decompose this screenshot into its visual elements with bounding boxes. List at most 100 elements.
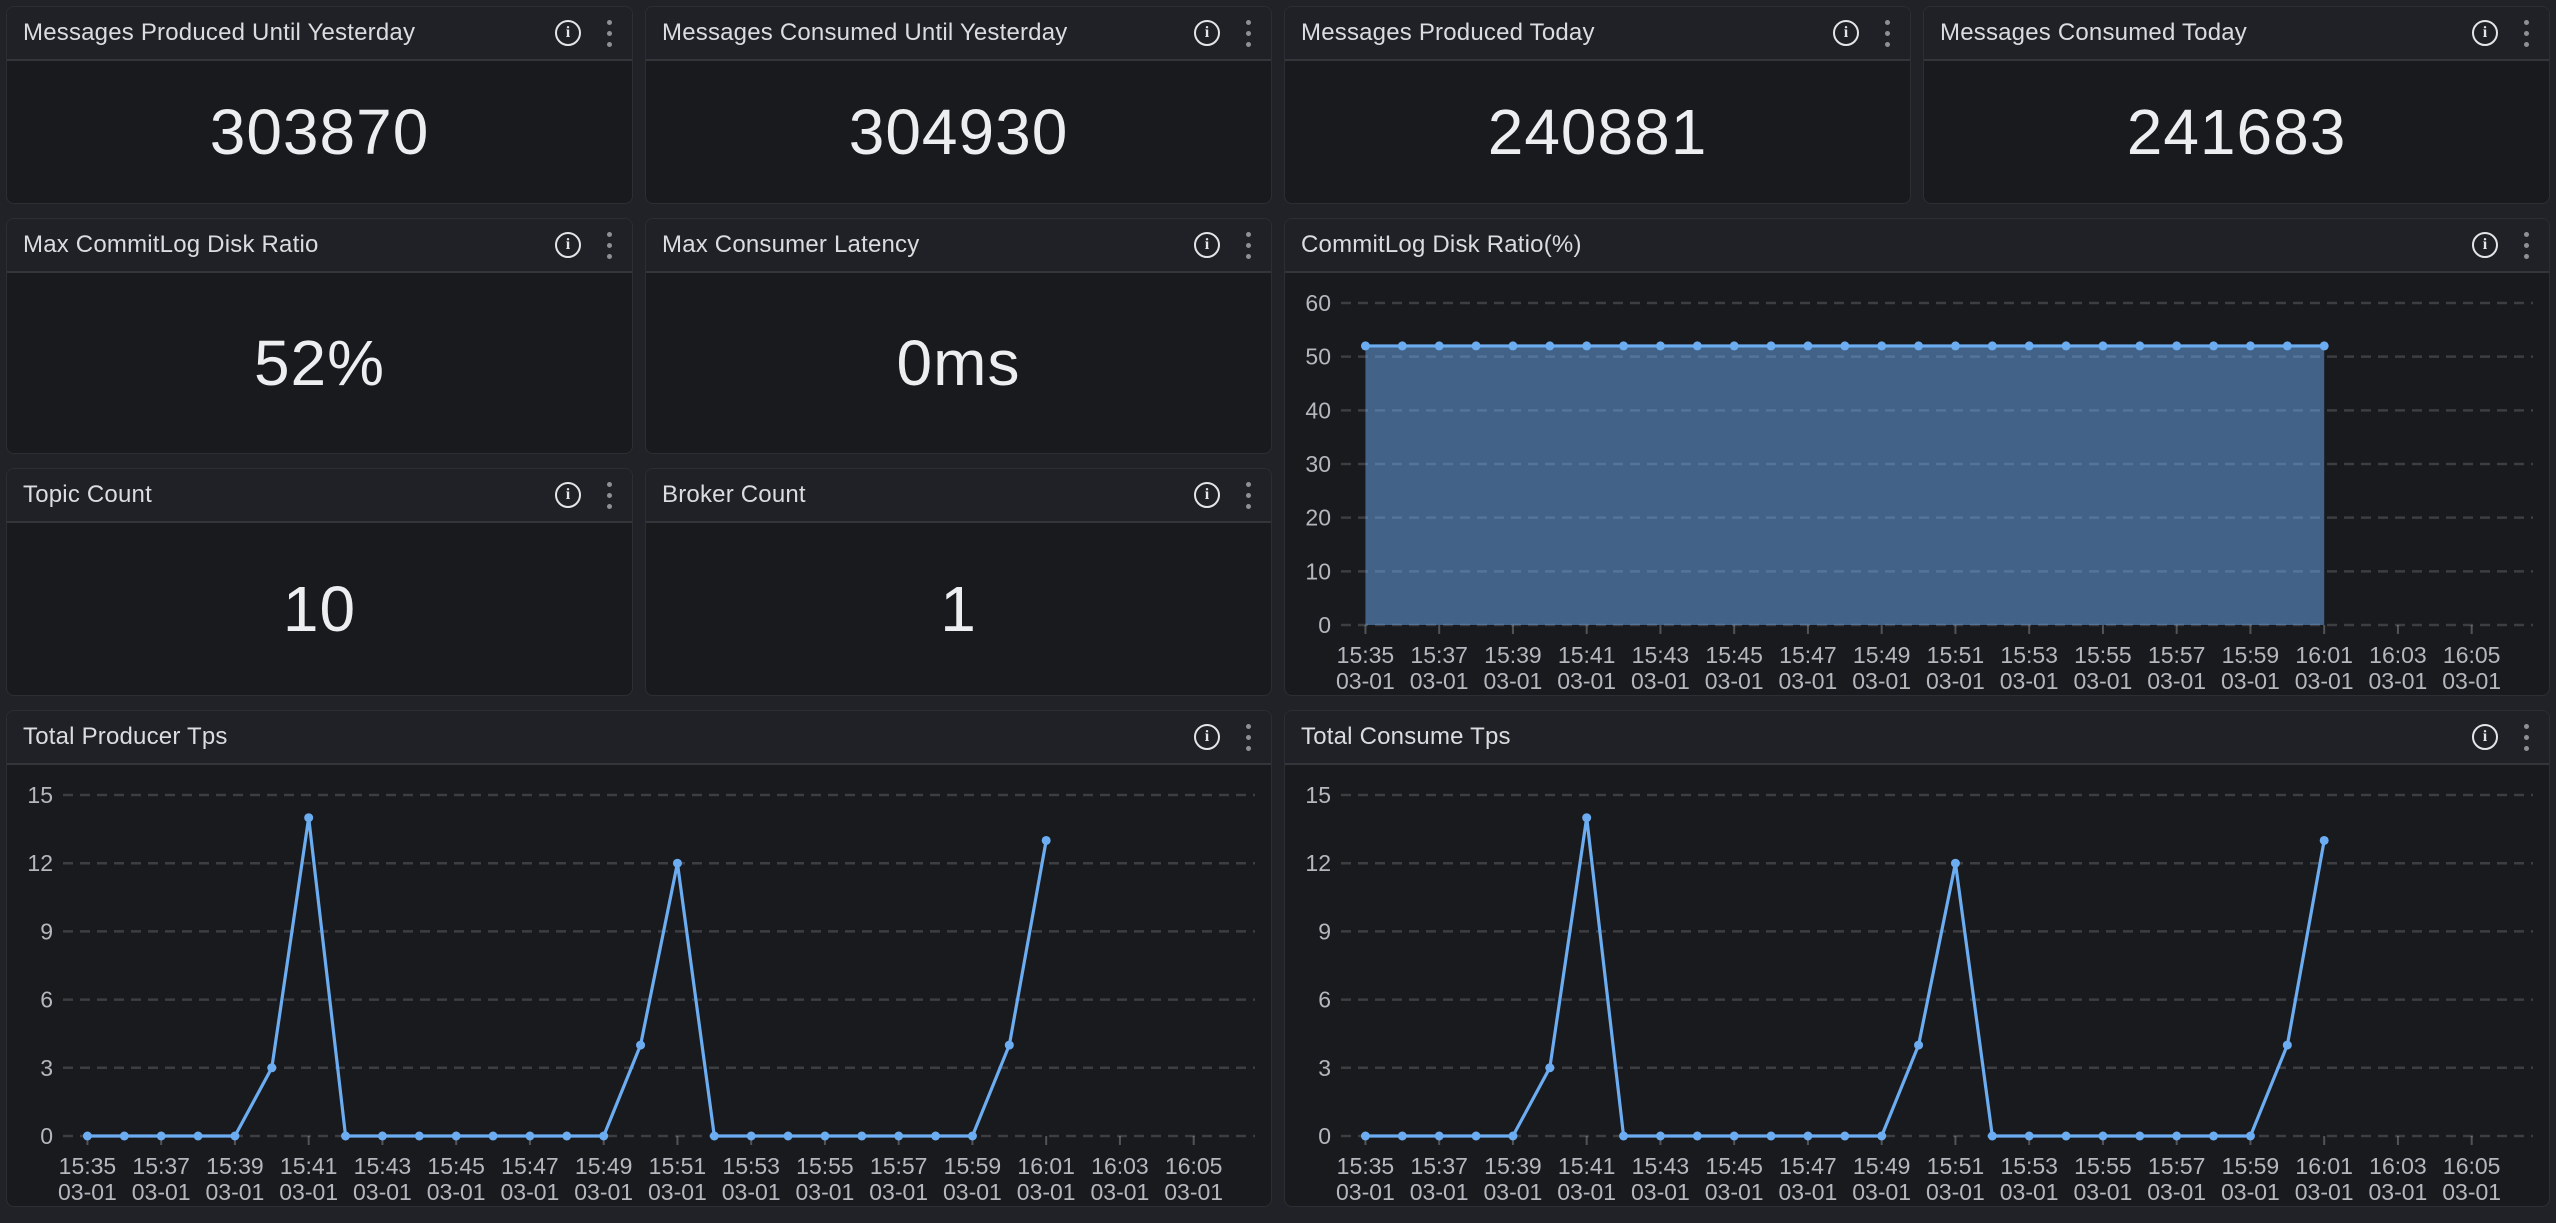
svg-text:03-01: 03-01: [1410, 668, 1469, 694]
svg-text:03-01: 03-01: [1852, 1179, 1911, 1205]
svg-text:03-01: 03-01: [1017, 1179, 1076, 1205]
stat-body: 304930: [646, 61, 1271, 203]
svg-text:15:41: 15:41: [1558, 1153, 1616, 1179]
svg-text:15:51: 15:51: [1927, 1153, 1985, 1179]
svg-text:16:01: 16:01: [1017, 1153, 1075, 1179]
stat-panel-topic-count: Topic Count i 10: [6, 468, 633, 696]
chart-panel-commitlog-disk-ratio: CommitLog Disk Ratio(%) i 01020304050601…: [1284, 218, 2550, 696]
info-icon[interactable]: i: [555, 482, 581, 508]
svg-text:15:43: 15:43: [354, 1153, 412, 1179]
info-icon[interactable]: i: [555, 232, 581, 258]
svg-text:6: 6: [1318, 987, 1331, 1013]
svg-text:15:35: 15:35: [59, 1153, 117, 1179]
chart-body: 010203040506015:3503-0115:3703-0115:3903…: [1285, 273, 2549, 695]
svg-text:9: 9: [40, 918, 53, 944]
svg-text:12: 12: [27, 850, 53, 876]
svg-text:50: 50: [1305, 344, 1331, 370]
svg-text:15:41: 15:41: [1558, 642, 1616, 668]
svg-text:03-01: 03-01: [132, 1179, 191, 1205]
panel-title[interactable]: Messages Produced Today: [1301, 19, 1833, 47]
svg-text:30: 30: [1305, 451, 1331, 477]
stat-body: 0ms: [646, 273, 1271, 453]
svg-text:03-01: 03-01: [2221, 668, 2280, 694]
svg-text:0: 0: [1318, 612, 1331, 638]
svg-text:6: 6: [40, 987, 53, 1013]
info-icon[interactable]: i: [2472, 724, 2498, 750]
svg-text:15:49: 15:49: [1853, 1153, 1911, 1179]
svg-text:15:43: 15:43: [1632, 1153, 1690, 1179]
info-icon[interactable]: i: [2472, 232, 2498, 258]
svg-text:03-01: 03-01: [1631, 1179, 1690, 1205]
svg-text:15:49: 15:49: [575, 1153, 633, 1179]
stat-panel-messages-consumed-until-yesterday: Messages Consumed Until Yesterday i 3049…: [645, 6, 1272, 204]
svg-text:15:47: 15:47: [1779, 642, 1837, 668]
info-icon[interactable]: i: [2472, 20, 2498, 46]
total-producer-tps-chart[interactable]: 0369121515:3503-0115:3703-0115:3903-0115…: [7, 765, 1271, 1206]
info-icon[interactable]: i: [1194, 232, 1220, 258]
svg-text:16:01: 16:01: [2295, 642, 2353, 668]
panel-menu-icon[interactable]: [605, 18, 614, 49]
panel-menu-icon[interactable]: [605, 480, 614, 511]
panel-title[interactable]: Broker Count: [662, 481, 1194, 509]
panel-title[interactable]: Max Consumer Latency: [662, 231, 1194, 259]
svg-text:03-01: 03-01: [2000, 1179, 2059, 1205]
stat-panel-messages-produced-today: Messages Produced Today i 240881: [1284, 6, 1911, 204]
dashboard: Messages Produced Until Yesterday i 3038…: [0, 0, 2556, 1207]
info-icon[interactable]: i: [1833, 20, 1859, 46]
panel-title[interactable]: Messages Consumed Today: [1940, 19, 2472, 47]
panel-menu-icon[interactable]: [605, 230, 614, 261]
svg-text:3: 3: [40, 1055, 53, 1081]
stat-body: 303870: [7, 61, 632, 203]
panel-title[interactable]: CommitLog Disk Ratio(%): [1301, 231, 2472, 259]
svg-text:15: 15: [27, 782, 53, 808]
svg-text:15:57: 15:57: [2148, 1153, 2206, 1179]
panel-title[interactable]: Total Consume Tps: [1301, 723, 2472, 751]
svg-text:03-01: 03-01: [943, 1179, 1002, 1205]
svg-text:0: 0: [40, 1123, 53, 1149]
panel-menu-icon[interactable]: [1244, 480, 1253, 511]
svg-text:03-01: 03-01: [501, 1179, 560, 1205]
svg-text:20: 20: [1305, 505, 1331, 531]
panel-menu-icon[interactable]: [2522, 722, 2531, 753]
panel-title[interactable]: Max CommitLog Disk Ratio: [23, 231, 555, 259]
svg-text:15:55: 15:55: [2074, 1153, 2132, 1179]
total-consume-tps-chart[interactable]: 0369121515:3503-0115:3703-0115:3903-0115…: [1285, 765, 2549, 1206]
info-icon[interactable]: i: [555, 20, 581, 46]
svg-text:03-01: 03-01: [1336, 1179, 1395, 1205]
info-icon[interactable]: i: [1194, 482, 1220, 508]
panel-menu-icon[interactable]: [2522, 18, 2531, 49]
info-icon[interactable]: i: [1194, 724, 1220, 750]
panel-title[interactable]: Messages Produced Until Yesterday: [23, 19, 555, 47]
chart-panel-total-consume-tps: Total Consume Tps i 0369121515:3503-0115…: [1284, 710, 2550, 1207]
svg-text:15:59: 15:59: [2222, 642, 2280, 668]
svg-text:03-01: 03-01: [2442, 668, 2501, 694]
svg-text:15:35: 15:35: [1337, 1153, 1395, 1179]
stat-panel-broker-count: Broker Count i 1: [645, 468, 1272, 696]
stat-value: 304930: [849, 95, 1069, 169]
panel-header: Total Producer Tps i: [7, 711, 1271, 765]
commitlog-disk-ratio-chart[interactable]: 010203040506015:3503-0115:3703-0115:3903…: [1285, 273, 2549, 695]
svg-text:16:05: 16:05: [2443, 1153, 2501, 1179]
svg-text:15:55: 15:55: [796, 1153, 854, 1179]
panel-title[interactable]: Messages Consumed Until Yesterday: [662, 19, 1194, 47]
svg-text:03-01: 03-01: [2295, 668, 2354, 694]
panel-menu-icon[interactable]: [2522, 230, 2531, 261]
svg-text:15:45: 15:45: [1705, 1153, 1763, 1179]
panel-menu-icon[interactable]: [1244, 722, 1253, 753]
panel-menu-icon[interactable]: [1883, 18, 1892, 49]
svg-text:03-01: 03-01: [2369, 668, 2428, 694]
info-icon[interactable]: i: [1194, 20, 1220, 46]
panel-header: Total Consume Tps i: [1285, 711, 2549, 765]
stat-panel-max-commitlog-disk-ratio: Max CommitLog Disk Ratio i 52%: [6, 218, 633, 454]
panel-header: Broker Count i: [646, 469, 1271, 523]
panel-menu-icon[interactable]: [1244, 18, 1253, 49]
svg-text:03-01: 03-01: [1091, 1179, 1150, 1205]
svg-text:60: 60: [1305, 290, 1331, 316]
stat-body: 241683: [1924, 61, 2549, 203]
panel-menu-icon[interactable]: [1244, 230, 1253, 261]
svg-text:03-01: 03-01: [2221, 1179, 2280, 1205]
svg-text:03-01: 03-01: [796, 1179, 855, 1205]
panel-title[interactable]: Topic Count: [23, 481, 555, 509]
panel-title[interactable]: Total Producer Tps: [23, 723, 1194, 751]
svg-text:03-01: 03-01: [1705, 668, 1764, 694]
